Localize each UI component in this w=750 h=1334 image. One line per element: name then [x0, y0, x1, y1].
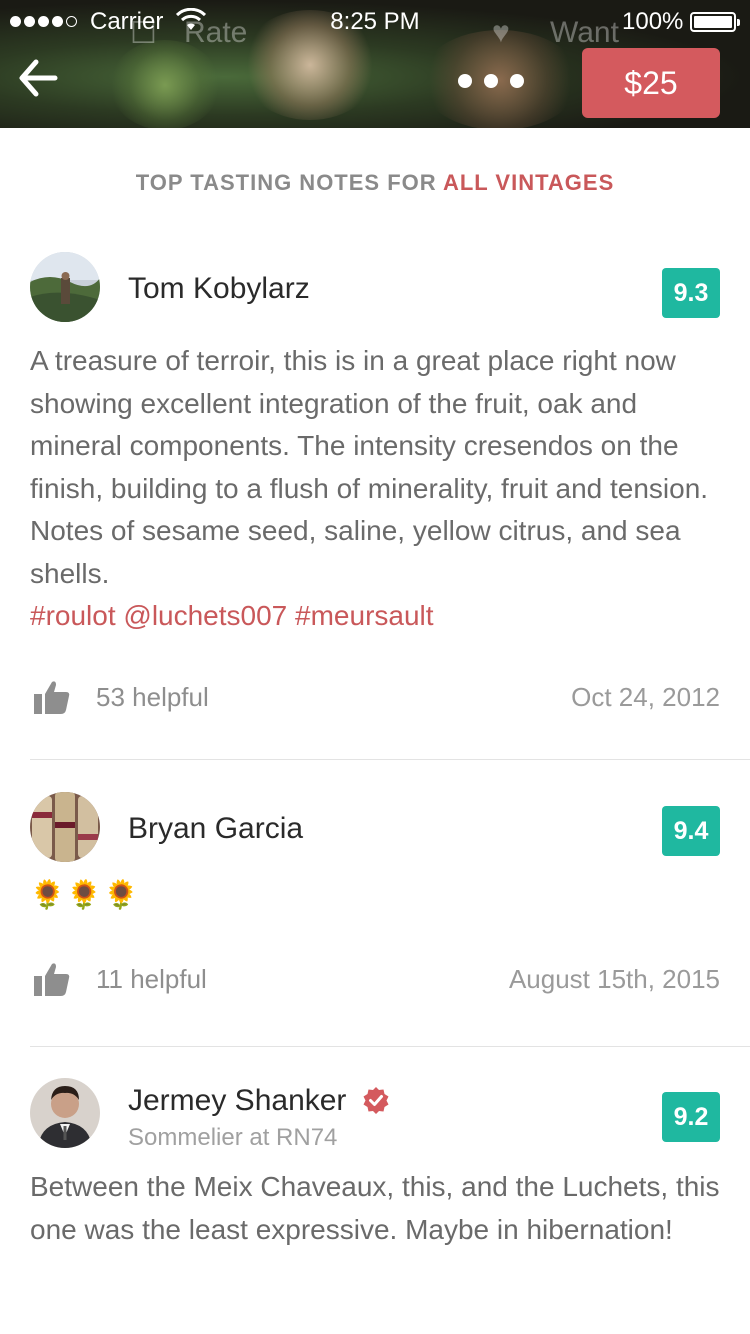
review-date: August 15th, 2015	[508, 964, 720, 994]
review-text: Between the Meix Chaveaux, this, and the…	[30, 1171, 720, 1245]
helpful-count: 53 helpful	[96, 682, 209, 712]
review-body: A treasure of terroir, this is in a grea…	[30, 345, 709, 589]
reviewer-name[interactable]: Tom Kobylarz	[128, 272, 310, 306]
review-item: Jermey Shanker Sommelier at RN74 9.2 Bet…	[30, 1078, 720, 1334]
avatar[interactable]	[30, 252, 100, 322]
avatar[interactable]	[30, 1078, 100, 1148]
status-bar: Carrier 8:25 PM 100%	[0, 0, 750, 44]
avatar[interactable]	[30, 792, 100, 862]
score-badge: 9.3	[662, 268, 720, 318]
section-title-prefix: TOP TASTING NOTES FOR	[135, 170, 443, 195]
thumbs-up-icon[interactable]	[34, 962, 70, 996]
helpful-count: 11 helpful	[96, 964, 207, 994]
divider	[30, 759, 750, 760]
thumbs-up-icon[interactable]	[34, 680, 70, 714]
review-tags[interactable]: #roulot @luchets007 #meursault	[30, 600, 434, 631]
reviewer-role: Sommelier at RN74	[128, 1124, 338, 1151]
battery-percent: 100%	[622, 8, 684, 35]
score-badge: 9.4	[662, 806, 720, 856]
review-text: 🌻🌻🌻	[30, 879, 141, 910]
price-button[interactable]: $25	[582, 48, 720, 118]
reviewer-name[interactable]: Bryan Garcia	[128, 812, 303, 846]
review-date: Oct 24, 2012	[571, 682, 720, 712]
all-vintages-link[interactable]: ALL VINTAGES	[443, 170, 614, 195]
reviewer-name[interactable]: Jermey Shanker	[128, 1084, 346, 1118]
score-badge: 9.2	[662, 1092, 720, 1142]
divider	[30, 1046, 750, 1047]
review-item: Bryan Garcia 9.4 🌻🌻🌻 11 helpful August 1…	[30, 792, 720, 1022]
more-options-icon[interactable]	[458, 74, 524, 88]
section-title: TOP TASTING NOTES FOR ALL VINTAGES	[0, 170, 750, 196]
battery-icon	[690, 12, 740, 32]
review-text: A treasure of terroir, this is in a grea…	[30, 340, 720, 638]
back-arrow-icon[interactable]	[18, 58, 58, 98]
verified-badge-icon	[363, 1087, 389, 1114]
review-item: Tom Kobylarz 9.3 A treasure of terroir, …	[30, 252, 720, 732]
